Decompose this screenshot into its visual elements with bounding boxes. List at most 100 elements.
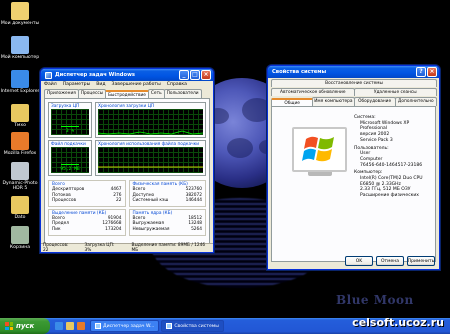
- desktop-icon[interactable]: Mozilla Firefox: [0, 132, 40, 156]
- task-manager-menubar: Файл Параметры Вид Завершение работы Справка: [41, 81, 213, 88]
- cpu-usage-value: 3 %: [65, 129, 75, 134]
- taskbar-window-button[interactable]: Свойства системы: [161, 320, 224, 332]
- desktop-icon-image: [11, 162, 29, 180]
- pagefile-history-graph: [98, 147, 203, 173]
- tab-3[interactable]: Сеть: [147, 89, 165, 98]
- desktop-icon-label: Internet Explorer: [0, 89, 40, 94]
- desktop-icon[interactable]: Dato: [0, 196, 40, 220]
- start-label: пуск: [16, 322, 35, 330]
- minimize-button[interactable]: _: [179, 70, 189, 80]
- window-icon: [95, 323, 101, 329]
- tab-0[interactable]: Приложения: [44, 89, 79, 98]
- kernel-memory-group: Память ядра (КБ) Всего 18512 Выгружаемая 13…: [128, 208, 206, 236]
- stat-label: Системный кэш: [132, 198, 169, 204]
- desktop-icon-label: Мои документы: [0, 21, 40, 26]
- desktop-icon-image: [11, 132, 29, 150]
- quick-launch-icon[interactable]: [66, 322, 74, 330]
- menu-item[interactable]: Вид: [96, 82, 105, 87]
- status-commit: Выделение памяти: 89МБ / 1246 МБ: [131, 243, 206, 253]
- performance-panel: Загрузка ЦП 3 % Хронология загрузки ЦП Ф…: [44, 98, 210, 246]
- desktop-icon-image: [11, 226, 29, 244]
- status-processes: Процессов: 22: [43, 243, 69, 253]
- apply-button[interactable]: Применить: [407, 256, 435, 266]
- stat-row: Процессов 22: [52, 198, 122, 204]
- desktop-icon[interactable]: Dynamic-Photo HDR 5: [0, 162, 40, 191]
- pagefile-bar: [61, 163, 79, 165]
- system-info: Система: Microsoft Windows XP Professiona…: [354, 113, 436, 199]
- menu-item[interactable]: Завершение работы: [112, 82, 161, 87]
- taskbar-window-label: Свойства системы: [174, 323, 219, 329]
- physical-memory-group: Физическая память (КБ) Всего 523760 Доступ…: [128, 180, 206, 207]
- tab-1[interactable]: Процессы: [77, 89, 107, 98]
- task-manager-titlebar[interactable]: Диспетчер задач Windows _ □ ×: [41, 69, 213, 81]
- monitor-stand: [308, 172, 332, 176]
- cpu-history-box: Хронология загрузки ЦП: [95, 102, 206, 138]
- tab-4[interactable]: Пользователи: [163, 89, 202, 98]
- general-tab-panel: Система: Microsoft Windows XP Professiona…: [271, 106, 436, 262]
- user-line: 76456-640-1464517-23186: [360, 162, 423, 168]
- sysprop-tab[interactable]: Оборудование: [353, 97, 396, 106]
- pagefile-value: 95,2 МБ: [60, 167, 80, 172]
- pagefile-meter: 95,2 МБ: [51, 147, 89, 173]
- desktop-icon-image: [11, 196, 29, 214]
- sysprop-tab[interactable]: Удаленные сеансы: [353, 88, 437, 96]
- taskbar-window-button[interactable]: Диспетчер задач W...: [90, 320, 160, 332]
- quick-launch-icon[interactable]: [77, 322, 85, 330]
- sysprop-tab[interactable]: Дополнительно: [394, 97, 437, 106]
- cpu-usage-bar: [61, 126, 79, 127]
- system-properties-window[interactable]: Свойства системы ? × Восстановление сист…: [267, 65, 440, 270]
- computer-line: Расширение физических: [360, 193, 419, 199]
- pagefile-history-box: Хронология использования файла подкачки: [95, 140, 206, 176]
- system-line: Service Pack 3: [360, 137, 393, 143]
- pagefile-box: Файл подкачки 95,2 МБ: [48, 140, 92, 176]
- sysprop-tab[interactable]: Имя компьютера: [312, 97, 355, 106]
- desktop-icon[interactable]: Тмхо: [0, 104, 40, 128]
- desktop-icon-label: Корзина: [9, 245, 31, 250]
- windows-flag-icon: [5, 322, 13, 330]
- stat-value: 146444: [185, 198, 202, 204]
- close-button[interactable]: ×: [427, 67, 437, 77]
- site-watermark: celsoft.ucoz.ru: [352, 316, 444, 329]
- desktop-icon[interactable]: Мои документы: [0, 2, 40, 26]
- maximize-button[interactable]: □: [190, 70, 200, 80]
- stat-value: 173204: [105, 226, 122, 232]
- stat-label: Процессов: [52, 198, 77, 204]
- desktop-icon[interactable]: Корзина: [0, 226, 40, 250]
- cpu-usage-meter: 3 %: [51, 109, 89, 135]
- desktop-icon-label: Dynamic-Photo HDR 5: [2, 181, 38, 191]
- task-manager-statusbar: Процессов: 22 Загрузка ЦП: 3% Выделение …: [41, 243, 213, 253]
- status-cpu: Загрузка ЦП: 3%: [84, 243, 115, 253]
- desktop-icon[interactable]: Мой компьютер: [0, 36, 40, 60]
- task-manager-title: Диспетчер задач Windows: [55, 72, 135, 78]
- start-button[interactable]: пуск: [0, 318, 50, 334]
- stat-value: 5264: [191, 226, 202, 232]
- cpu-usage-box: Загрузка ЦП 3 %: [48, 102, 92, 138]
- sysprop-tab[interactable]: Восстановление системы: [271, 79, 437, 87]
- system-properties-titlebar[interactable]: Свойства системы ? ×: [268, 66, 439, 78]
- quick-launch: [50, 322, 90, 330]
- desktop-icon-image: [11, 104, 29, 122]
- close-button[interactable]: ×: [201, 70, 211, 80]
- quick-launch-icon[interactable]: [55, 322, 63, 330]
- desktop-icon-label: Dato: [14, 215, 26, 220]
- cpu-history-graph: [98, 109, 203, 135]
- stat-label: Невыгружаемая: [132, 226, 170, 232]
- ok-button[interactable]: OK: [345, 256, 373, 266]
- task-manager-window[interactable]: Диспетчер задач Windows _ □ × Файл Параме…: [40, 68, 214, 253]
- desktop-icon-image: [11, 36, 29, 54]
- menu-item[interactable]: Справка: [167, 82, 187, 87]
- system-properties-title: Свойства системы: [272, 69, 327, 75]
- menu-item[interactable]: Файл: [44, 82, 57, 87]
- help-button[interactable]: ?: [416, 67, 426, 77]
- stat-row: Пик 173204: [52, 227, 122, 233]
- menu-item[interactable]: Параметры: [63, 82, 91, 87]
- totals-group: Всего Дескрипторов 4467 Потоков 276 Процессо…: [48, 180, 126, 207]
- cancel-button[interactable]: Отмена: [376, 256, 404, 266]
- desktop-icon[interactable]: Internet Explorer: [0, 70, 40, 94]
- sysprop-tab[interactable]: Автоматическое обновление: [271, 88, 355, 96]
- window-icon: [166, 323, 173, 329]
- desktop-icon-image: [11, 70, 29, 88]
- stat-row: Невыгружаемая 5264: [133, 227, 203, 233]
- commit-charge-group: Выделение памяти (КБ) Всего 91904 Предел 12…: [48, 208, 126, 236]
- taskbar-window-label: Диспетчер задач W...: [103, 323, 155, 329]
